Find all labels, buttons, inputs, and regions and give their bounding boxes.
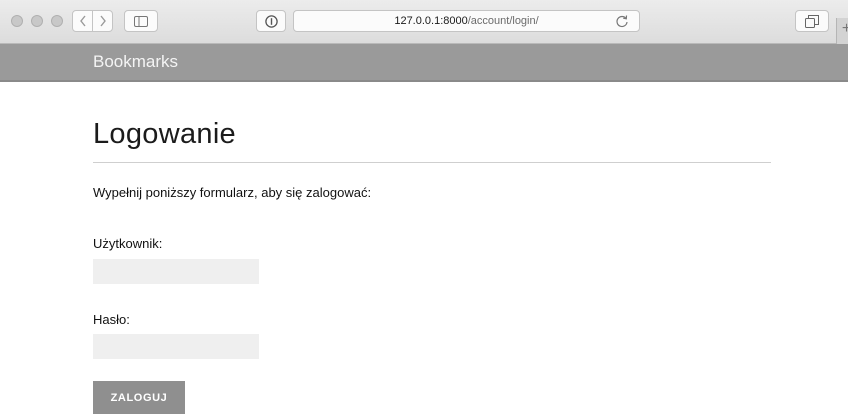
- url-host: 127.0.0.1:8000: [394, 15, 468, 27]
- intro-text: Wypełnij poniższy formularz, aby się zal…: [93, 185, 372, 200]
- privacy-info-icon: [264, 14, 278, 28]
- browser-toolbar: 127.0.0.1:8000/account/login/ +: [0, 0, 848, 44]
- forward-button[interactable]: [92, 10, 113, 32]
- password-input[interactable]: [93, 334, 259, 359]
- close-window-icon[interactable]: [11, 15, 23, 27]
- address-bar[interactable]: 127.0.0.1:8000/account/login/: [293, 10, 640, 32]
- url-text: 127.0.0.1:8000/account/login/: [294, 15, 639, 27]
- minimize-window-icon[interactable]: [31, 15, 43, 27]
- reload-icon[interactable]: [615, 14, 629, 28]
- back-icon: [79, 15, 86, 27]
- page-title: Logowanie: [93, 118, 236, 150]
- forward-icon: [99, 15, 106, 27]
- tabs-overview-button[interactable]: [795, 10, 829, 32]
- url-path: /account/login/: [467, 15, 539, 27]
- privacy-info-button[interactable]: [256, 10, 286, 32]
- new-tab-button[interactable]: +: [836, 18, 848, 44]
- password-label: Hasło:: [93, 312, 130, 327]
- zoom-window-icon[interactable]: [51, 15, 63, 27]
- site-header: Bookmarks: [0, 44, 848, 82]
- title-divider: [93, 162, 771, 163]
- username-input[interactable]: [93, 259, 259, 284]
- plus-icon: +: [841, 20, 848, 37]
- sidebar-icon: [134, 15, 148, 27]
- tabs-overview-icon: [805, 14, 819, 28]
- site-brand[interactable]: Bookmarks: [93, 52, 178, 72]
- login-submit-button[interactable]: ZALOGUJ: [93, 381, 185, 414]
- sidebar-toggle-button[interactable]: [124, 10, 158, 32]
- back-button[interactable]: [72, 10, 93, 32]
- username-label: Użytkownik:: [93, 236, 163, 251]
